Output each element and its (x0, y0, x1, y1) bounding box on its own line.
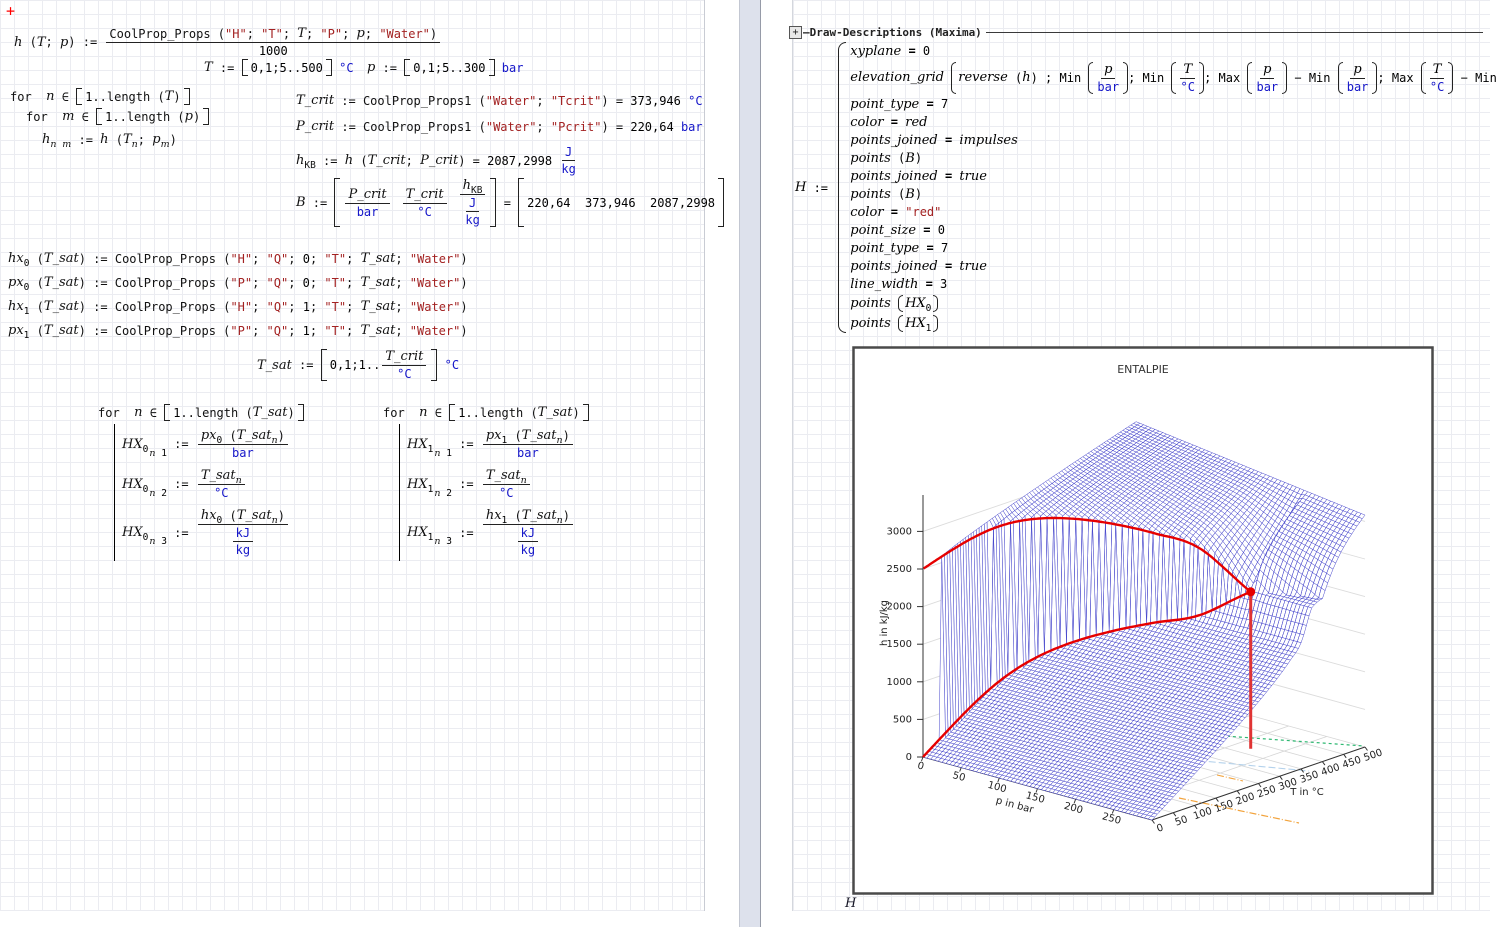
h-block-line: points HX0 (850, 295, 1502, 312)
fraction: hx1 (T_satn)kJkg (483, 508, 573, 557)
paren (1338, 62, 1343, 94)
fraction: pbar (1097, 62, 1119, 94)
region-label: —Draw-Descriptions (Maxima) (803, 26, 982, 39)
region-divider-line (986, 32, 1483, 33)
svg-text:2000: 2000 (887, 602, 912, 613)
paren (1088, 62, 1093, 94)
svg-text:0: 0 (906, 752, 912, 763)
h-block-line: point_size = 0 (850, 223, 1502, 238)
smath-worksheet: + h (T; p) := CoolProp_Props ("H"; "T"; … (0, 0, 1502, 927)
entalpie-3d-plot[interactable]: ENTALPIE05001000150020002500300005010015… (852, 346, 1434, 895)
paren (898, 315, 903, 332)
fraction: pbar (1347, 62, 1369, 94)
svg-text:3000: 3000 (887, 526, 912, 537)
formula-h-KB[interactable]: hKB := h (T_crit; P_crit) = 2087,2998 Jk… (296, 145, 578, 176)
fraction: Jkg (561, 145, 575, 176)
h-block-line: color = red (850, 115, 1502, 130)
paren (1421, 62, 1426, 94)
svg-text:500: 500 (893, 714, 912, 725)
paren (933, 295, 938, 312)
svg-text:1500: 1500 (887, 639, 912, 650)
h-block-line: point_type = 7 (850, 241, 1502, 256)
h-assignment-label: H := (795, 180, 835, 195)
bracket (184, 88, 190, 105)
insertion-cursor-icon: + (6, 2, 15, 20)
critical-point-marker (1246, 587, 1255, 596)
formula-T-sat-range[interactable]: T_sat := 0,1;1..T_crit°C °C (257, 349, 459, 381)
plot-variable-label: H (845, 896, 856, 911)
formula-T-range[interactable]: T := 0,1;5..500 °C (204, 59, 354, 76)
z-axis-label: h in kJ/kg (879, 600, 890, 646)
paren (1247, 62, 1252, 94)
bracket (96, 108, 102, 125)
bracket (321, 349, 327, 381)
formula-draw-descriptions[interactable]: H := xyplane = 0 elevation_grid reverse (… (795, 42, 1502, 333)
fraction: kJkg (518, 526, 538, 557)
bracket (203, 108, 209, 125)
formula-px1-def[interactable]: px1 (T_sat) := CoolProp_Props ("P"; "Q";… (8, 323, 468, 338)
formula-loop-HX0[interactable]: for n ∈ 1..length (T_sat)HX0n 1 := px0 (… (98, 404, 304, 561)
h-block-line: color = "red" (850, 205, 1502, 220)
formula-hx0-def[interactable]: hx0 (T_sat) := CoolProp_Props ("H"; "Q";… (8, 251, 468, 266)
fraction: hKBJkg (460, 178, 486, 227)
formula-px0-def[interactable]: px0 (T_sat) := CoolProp_Props ("P"; "Q";… (8, 275, 468, 290)
system-paren (838, 42, 846, 333)
t-axis-label: T in °C (1289, 787, 1324, 798)
page-gutter (739, 0, 761, 927)
fraction: pbar (1256, 62, 1278, 94)
h-block-line: points_joined = true (850, 259, 1502, 274)
svg-text:2500: 2500 (887, 564, 912, 575)
fraction: T_satn°C (198, 468, 245, 500)
fraction: CoolProp_Props ("H"; "T"; T; "P"; p; "Wa… (106, 26, 440, 58)
bracket (76, 88, 82, 105)
formula-p-range[interactable]: p := 0,1;5..300 bar (367, 59, 523, 76)
worksheet-page-left[interactable]: + h (T; p) := CoolProp_Props ("H"; "T"; … (0, 0, 705, 911)
fraction: T_crit°C (382, 349, 426, 381)
h-block-line: point_type = 7 (850, 97, 1502, 112)
h-block-line: points (B) (850, 151, 1502, 166)
bracket (242, 59, 248, 76)
paren (933, 315, 938, 332)
svg-text:1000: 1000 (887, 677, 912, 688)
bracket (164, 404, 170, 421)
h-block-line: points_joined = true (850, 169, 1502, 184)
fraction: T_satn°C (483, 468, 530, 500)
fraction: Jkg (465, 196, 479, 227)
h-block-line: points_joined = impulses (850, 133, 1502, 148)
formula-hx1-def[interactable]: hx1 (T_sat) := CoolProp_Props ("H"; "Q";… (8, 299, 468, 314)
formula-T-crit[interactable]: T_crit := CoolProp_Props1 ("Water"; "Tcr… (296, 93, 703, 108)
bracket (334, 178, 340, 227)
paren (951, 62, 956, 94)
h-block-line: line_width = 3 (850, 277, 1502, 292)
fraction: P_critbar (345, 187, 389, 219)
bracket (404, 59, 410, 76)
bracket (718, 178, 724, 227)
fraction: hx0 (T_satn)kJkg (198, 508, 288, 557)
bracket (298, 404, 304, 421)
h-block-line: points HX1 (850, 315, 1502, 332)
fraction: kJkg (233, 526, 253, 557)
plot-title: ENTALPIE (1117, 363, 1169, 376)
bracket (449, 404, 455, 421)
h-block-lines: xyplane = 0 elevation_grid reverse (h) ; … (850, 42, 1502, 333)
fraction: T_crit°C (403, 187, 447, 219)
formula-loop-HX1[interactable]: for n ∈ 1..length (T_sat)HX1n 1 := px1 (… (383, 404, 589, 561)
h-block-line: xyplane = 0 (850, 44, 1502, 59)
fraction: T°C (1430, 62, 1445, 94)
fraction: px1 (T_satn)bar (483, 428, 573, 460)
h-block-line: points (B) (850, 187, 1502, 202)
bracket (518, 178, 524, 227)
h-block-line: elevation_grid reverse (h) ; Min pbar; M… (850, 62, 1502, 94)
bracket (583, 404, 589, 421)
formula-h-def[interactable]: h (T; p) := CoolProp_Props ("H"; "T"; T;… (14, 26, 442, 58)
fraction: T°C (1180, 62, 1195, 94)
maxima-region-header[interactable]: +—Draw-Descriptions (Maxima) (789, 26, 1483, 39)
paren (1171, 62, 1176, 94)
formula-loop-h-matrix[interactable]: for n ∈ 1..length (T)for m ∈ 1..length (… (10, 88, 209, 151)
formula-B-matrix[interactable]: B := P_critbarT_crit°ChKBJkg = 220,64 37… (296, 178, 724, 227)
paren (898, 295, 903, 312)
formula-P-crit[interactable]: P_crit := CoolProp_Props1 ("Water"; "Pcr… (296, 119, 703, 134)
expand-region-icon[interactable]: + (789, 26, 802, 39)
fraction: px0 (T_satn)bar (198, 428, 288, 460)
